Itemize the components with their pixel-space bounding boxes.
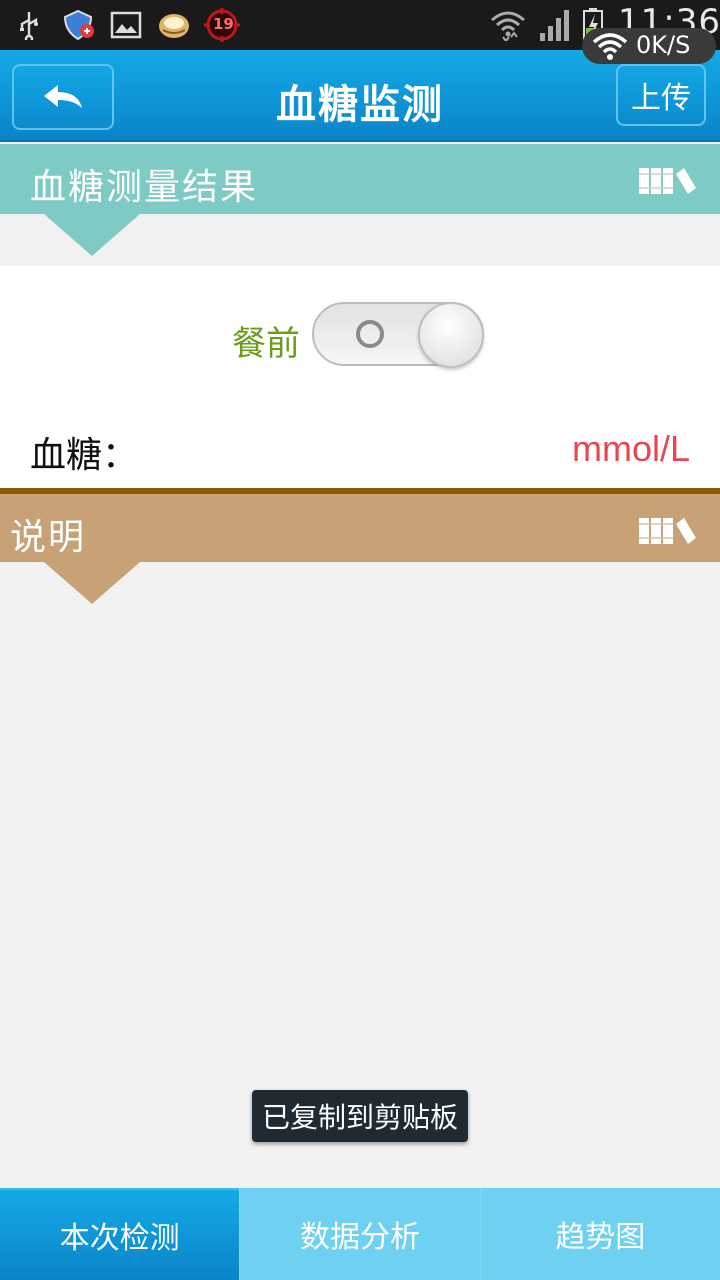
tab-data-analysis[interactable]: 数据分析 bbox=[239, 1188, 480, 1280]
bottom-tab-bar: 本次检测 数据分析 趋势图 bbox=[0, 1188, 720, 1280]
page-title: 血糖监测 bbox=[276, 82, 444, 128]
books-icon[interactable] bbox=[638, 166, 698, 200]
result-section-title: 血糖测量结果 bbox=[30, 167, 259, 208]
glucose-unit: mmol/L bbox=[571, 428, 690, 469]
result-section-banner: 血糖测量结果 bbox=[0, 144, 720, 214]
notes-section-pointer bbox=[44, 562, 140, 604]
image-icon bbox=[110, 9, 142, 41]
usb-icon bbox=[14, 9, 44, 41]
toggle-off-indicator bbox=[356, 320, 384, 348]
tab-trend-chart[interactable]: 趋势图 bbox=[479, 1188, 720, 1280]
wifi-icon bbox=[488, 9, 528, 41]
tab-current-test[interactable]: 本次检测 bbox=[0, 1188, 240, 1280]
result-section-pointer bbox=[44, 214, 140, 256]
app-icon bbox=[156, 9, 192, 41]
glucose-input[interactable] bbox=[150, 416, 530, 476]
notes-section-banner: 说明 bbox=[0, 494, 720, 562]
meal-toggle-switch[interactable] bbox=[312, 302, 484, 368]
network-speed-text: 0K/S bbox=[636, 31, 691, 59]
network-speed-pill: 0K/S bbox=[582, 28, 716, 64]
notes-section-title: 说明 bbox=[10, 517, 87, 558]
toggle-knob[interactable] bbox=[418, 302, 484, 368]
measurement-card: 餐前 血糖： mmol/L bbox=[0, 266, 720, 488]
toast-message: 已复制到剪贴板 bbox=[252, 1090, 468, 1142]
before-meal-label: 餐前 bbox=[232, 324, 300, 364]
notification-badge-icon: 19 bbox=[204, 8, 240, 42]
wifi-speed-icon bbox=[592, 32, 628, 64]
upload-button[interactable]: 上传 bbox=[616, 64, 706, 126]
notification-count: 19 bbox=[213, 15, 234, 33]
signal-icon bbox=[538, 9, 574, 41]
glucose-label: 血糖： bbox=[30, 435, 139, 476]
shield-icon bbox=[62, 9, 96, 41]
books-icon[interactable] bbox=[638, 516, 698, 550]
